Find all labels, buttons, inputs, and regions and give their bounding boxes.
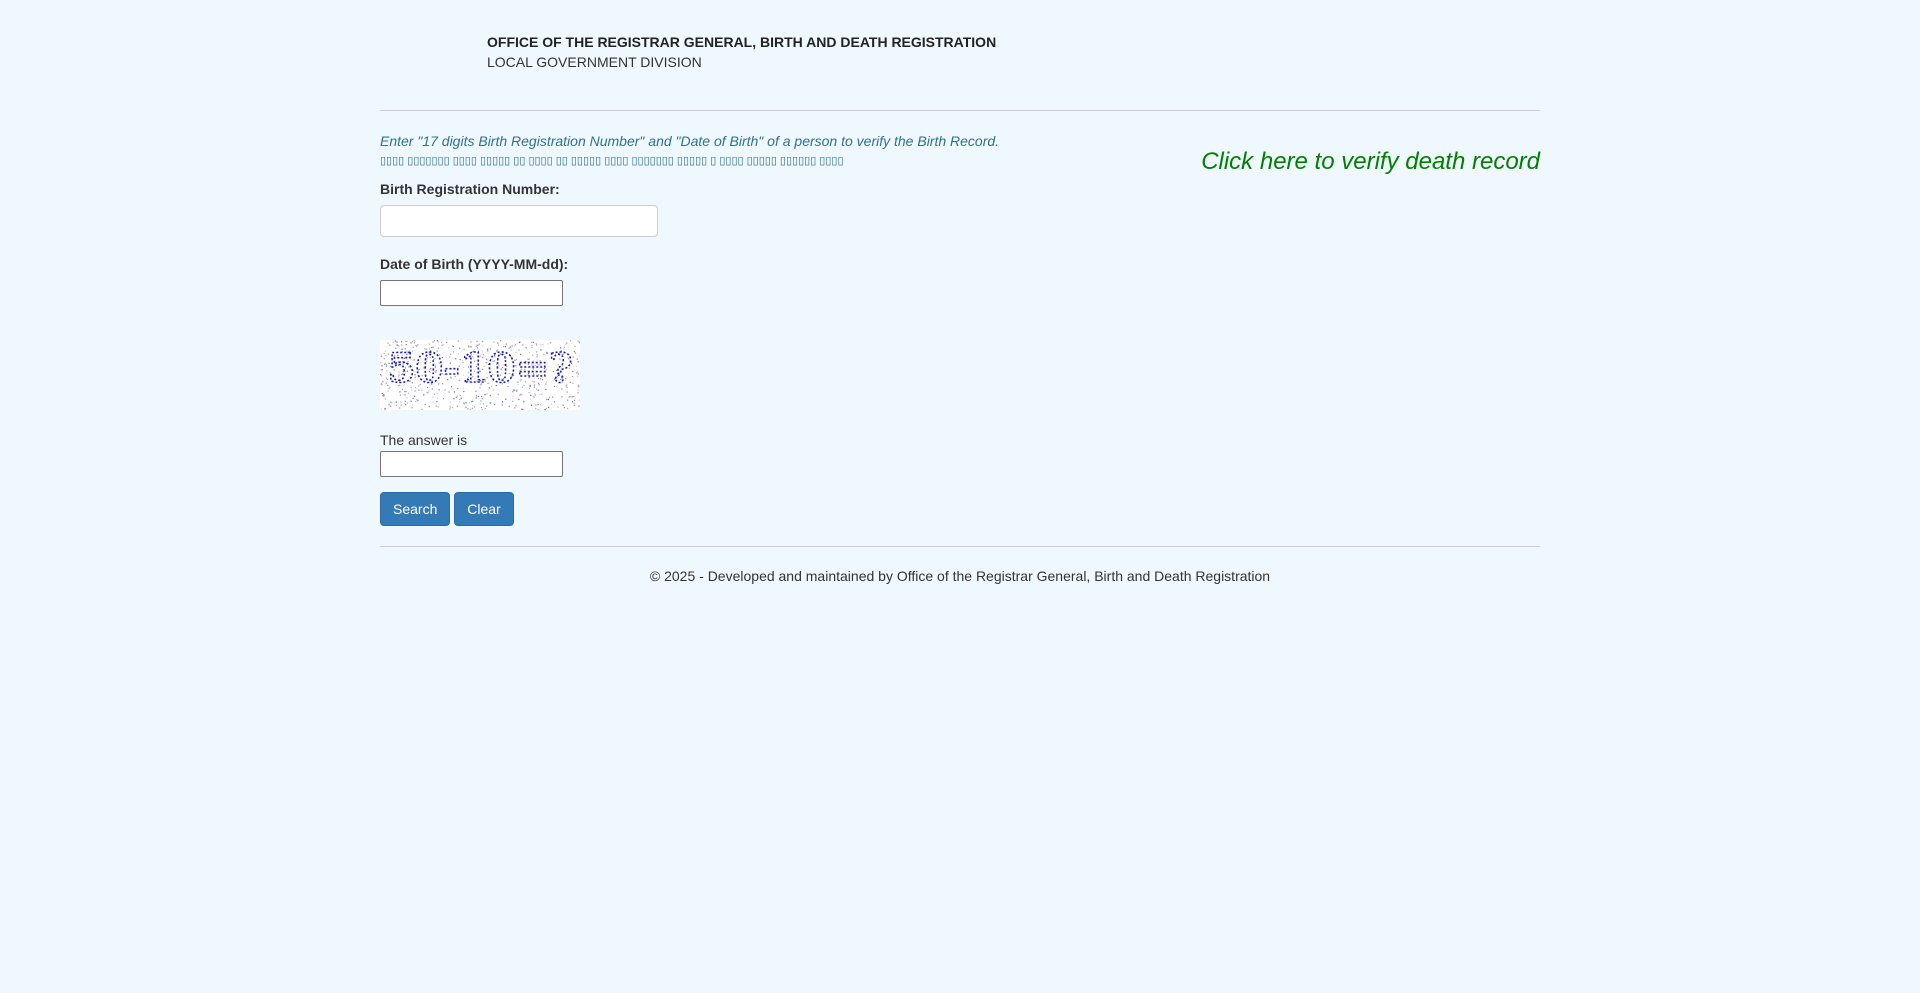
captcha-text: 50-10=? xyxy=(388,345,573,392)
captcha-image: 50-10=? xyxy=(380,340,580,410)
captcha-answer-input[interactable] xyxy=(380,451,563,477)
bottom-divider xyxy=(380,546,1540,547)
instruction-text-english: Enter "17 digits Birth Registration Numb… xyxy=(380,133,1000,149)
instruction-text-bengali: ▯▯▯▯ ▯▯▯▯▯▯▯ ▯▯▯▯ ▯▯▯▯▯ ▯▯ ▯▯▯▯ ▯▯ ▯▯▯▯▯… xyxy=(380,155,844,167)
clear-button[interactable]: Clear xyxy=(454,492,514,526)
brn-input[interactable] xyxy=(380,205,658,237)
verify-death-record-link[interactable]: Click here to verify death record xyxy=(1201,148,1540,176)
answer-label: The answer is xyxy=(380,432,468,448)
page-header: OFFICE OF THE REGISTRAR GENERAL, BIRTH A… xyxy=(487,32,996,72)
top-divider xyxy=(380,110,1540,111)
footer-copyright: © 2025 - Developed and maintained by Off… xyxy=(649,568,1271,584)
captcha-noise-icon: 50-10=? xyxy=(380,340,580,410)
brn-label: Birth Registration Number: xyxy=(380,181,560,197)
office-title: OFFICE OF THE REGISTRAR GENERAL, BIRTH A… xyxy=(487,34,997,50)
dob-input[interactable] xyxy=(380,280,563,306)
division-subtitle: LOCAL GOVERNMENT DIVISION xyxy=(487,54,702,70)
dob-label: Date of Birth (YYYY-MM-dd): xyxy=(380,256,569,272)
search-button[interactable]: Search xyxy=(380,492,450,526)
